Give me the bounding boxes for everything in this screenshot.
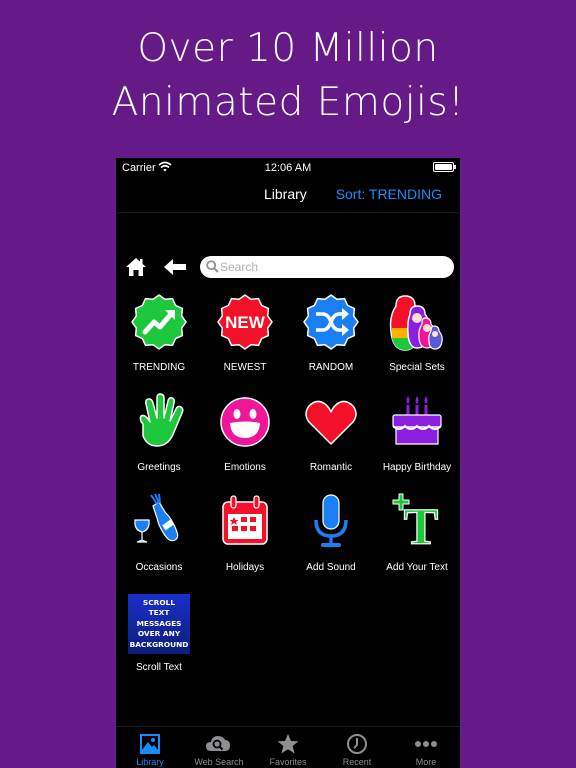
category-label: RANDOM — [308, 362, 354, 373]
sort-button[interactable]: Sort: TRENDING — [336, 186, 442, 202]
shuffle-badge-icon — [303, 294, 359, 350]
category-greetings[interactable]: Greetings — [116, 388, 202, 488]
tab-more[interactable]: More — [392, 727, 460, 768]
category-emotions[interactable]: Emotions — [202, 388, 288, 488]
category-label: Emotions — [224, 462, 266, 473]
thumb-line: SCROLL — [142, 597, 176, 607]
category-label: Occasions — [135, 562, 183, 573]
category-label: Scroll Text — [136, 662, 182, 673]
new-badge-text: NEW — [225, 313, 266, 332]
category-trending[interactable]: TRENDING — [116, 288, 202, 388]
category-label: Greetings — [137, 462, 181, 473]
phone-screen: Carrier 12:06 AM Library Sort: TRENDING — [116, 158, 460, 768]
cloud-search-icon — [206, 736, 230, 751]
champagne-icon — [134, 493, 179, 543]
tab-label: Web Search — [194, 757, 244, 767]
category-occasions[interactable]: Occasions — [116, 488, 202, 588]
thumb-line: OVER ANY — [137, 629, 181, 639]
calendar-icon — [222, 495, 268, 545]
search-field[interactable] — [200, 256, 454, 278]
category-label: Add Sound — [306, 562, 356, 573]
library-toolbar — [116, 254, 460, 284]
heart-icon — [305, 400, 357, 445]
category-add-sound[interactable]: Add Sound — [288, 488, 374, 588]
new-badge-icon: NEW — [217, 294, 273, 350]
smiley-face-icon — [220, 397, 270, 447]
thumb-line: TEXT — [148, 608, 170, 618]
category-holidays[interactable]: Holidays — [202, 488, 288, 588]
headline-line-1: Over 10 Million — [137, 26, 439, 71]
tab-label: More — [415, 757, 437, 767]
clock-time: 12:06 AM — [264, 162, 312, 174]
category-newest[interactable]: NEW NEWEST — [202, 288, 288, 388]
photo-library-icon — [140, 734, 160, 754]
category-label: Special Sets — [389, 362, 445, 373]
trending-badge-icon — [131, 294, 187, 350]
category-label: TRENDING — [132, 362, 186, 373]
nesting-dolls-icon — [389, 295, 443, 351]
tab-web-search[interactable]: Web Search — [185, 727, 253, 768]
category-label: Holidays — [225, 562, 265, 573]
category-special-sets[interactable]: Special Sets — [374, 288, 460, 388]
microphone-icon — [314, 494, 348, 547]
status-bar: Carrier 12:06 AM — [116, 158, 460, 178]
search-input[interactable] — [220, 256, 445, 278]
category-label: Romantic — [309, 462, 353, 473]
clock-icon — [347, 734, 367, 754]
scroll-text-thumbnail: SCROLL TEXT MESSAGES OVER ANY BACKGROUND — [128, 594, 190, 654]
tab-label: Library — [136, 757, 164, 767]
birthday-cake-icon — [392, 396, 442, 445]
tab-bar: Library Web Search Favorites Recent More — [116, 726, 460, 768]
thumb-line: MESSAGES — [136, 618, 182, 628]
tab-library[interactable]: Library — [116, 727, 184, 768]
page-title: Library — [264, 186, 307, 202]
category-label: Add Your Text — [386, 562, 448, 573]
category-label: Happy Birthday — [382, 462, 452, 473]
navigation-bar: Library Sort: TRENDING — [116, 178, 460, 213]
category-scroll-text[interactable]: SCROLL TEXT MESSAGES OVER ANY BACKGROUND… — [116, 588, 202, 688]
headline-line-2: Animated Emojis! — [111, 80, 465, 125]
back-arrow-icon[interactable] — [163, 258, 187, 276]
category-label: NEWEST — [223, 362, 267, 373]
star-icon — [277, 734, 299, 754]
home-icon[interactable] — [125, 256, 147, 278]
category-happy-birthday[interactable]: Happy Birthday — [374, 388, 460, 488]
thumb-line: BACKGROUND — [129, 639, 189, 649]
tab-label: Recent — [342, 757, 372, 767]
tab-recent[interactable]: Recent — [323, 727, 391, 768]
tab-favorites[interactable]: Favorites — [254, 727, 322, 768]
more-dots-icon — [415, 741, 437, 747]
svg-text:T: T — [404, 499, 439, 552]
search-icon — [206, 260, 219, 273]
category-romantic[interactable]: Romantic — [288, 388, 374, 488]
add-text-icon: T — [392, 493, 439, 552]
battery-icon — [433, 162, 456, 172]
promo-headline: Over 10 Million Animated Emojis! — [0, 22, 576, 130]
category-add-your-text[interactable]: T Add Your Text — [374, 488, 460, 588]
category-random[interactable]: RANDOM — [288, 288, 374, 388]
tab-label: Favorites — [269, 757, 307, 767]
waving-hand-icon — [139, 393, 184, 447]
